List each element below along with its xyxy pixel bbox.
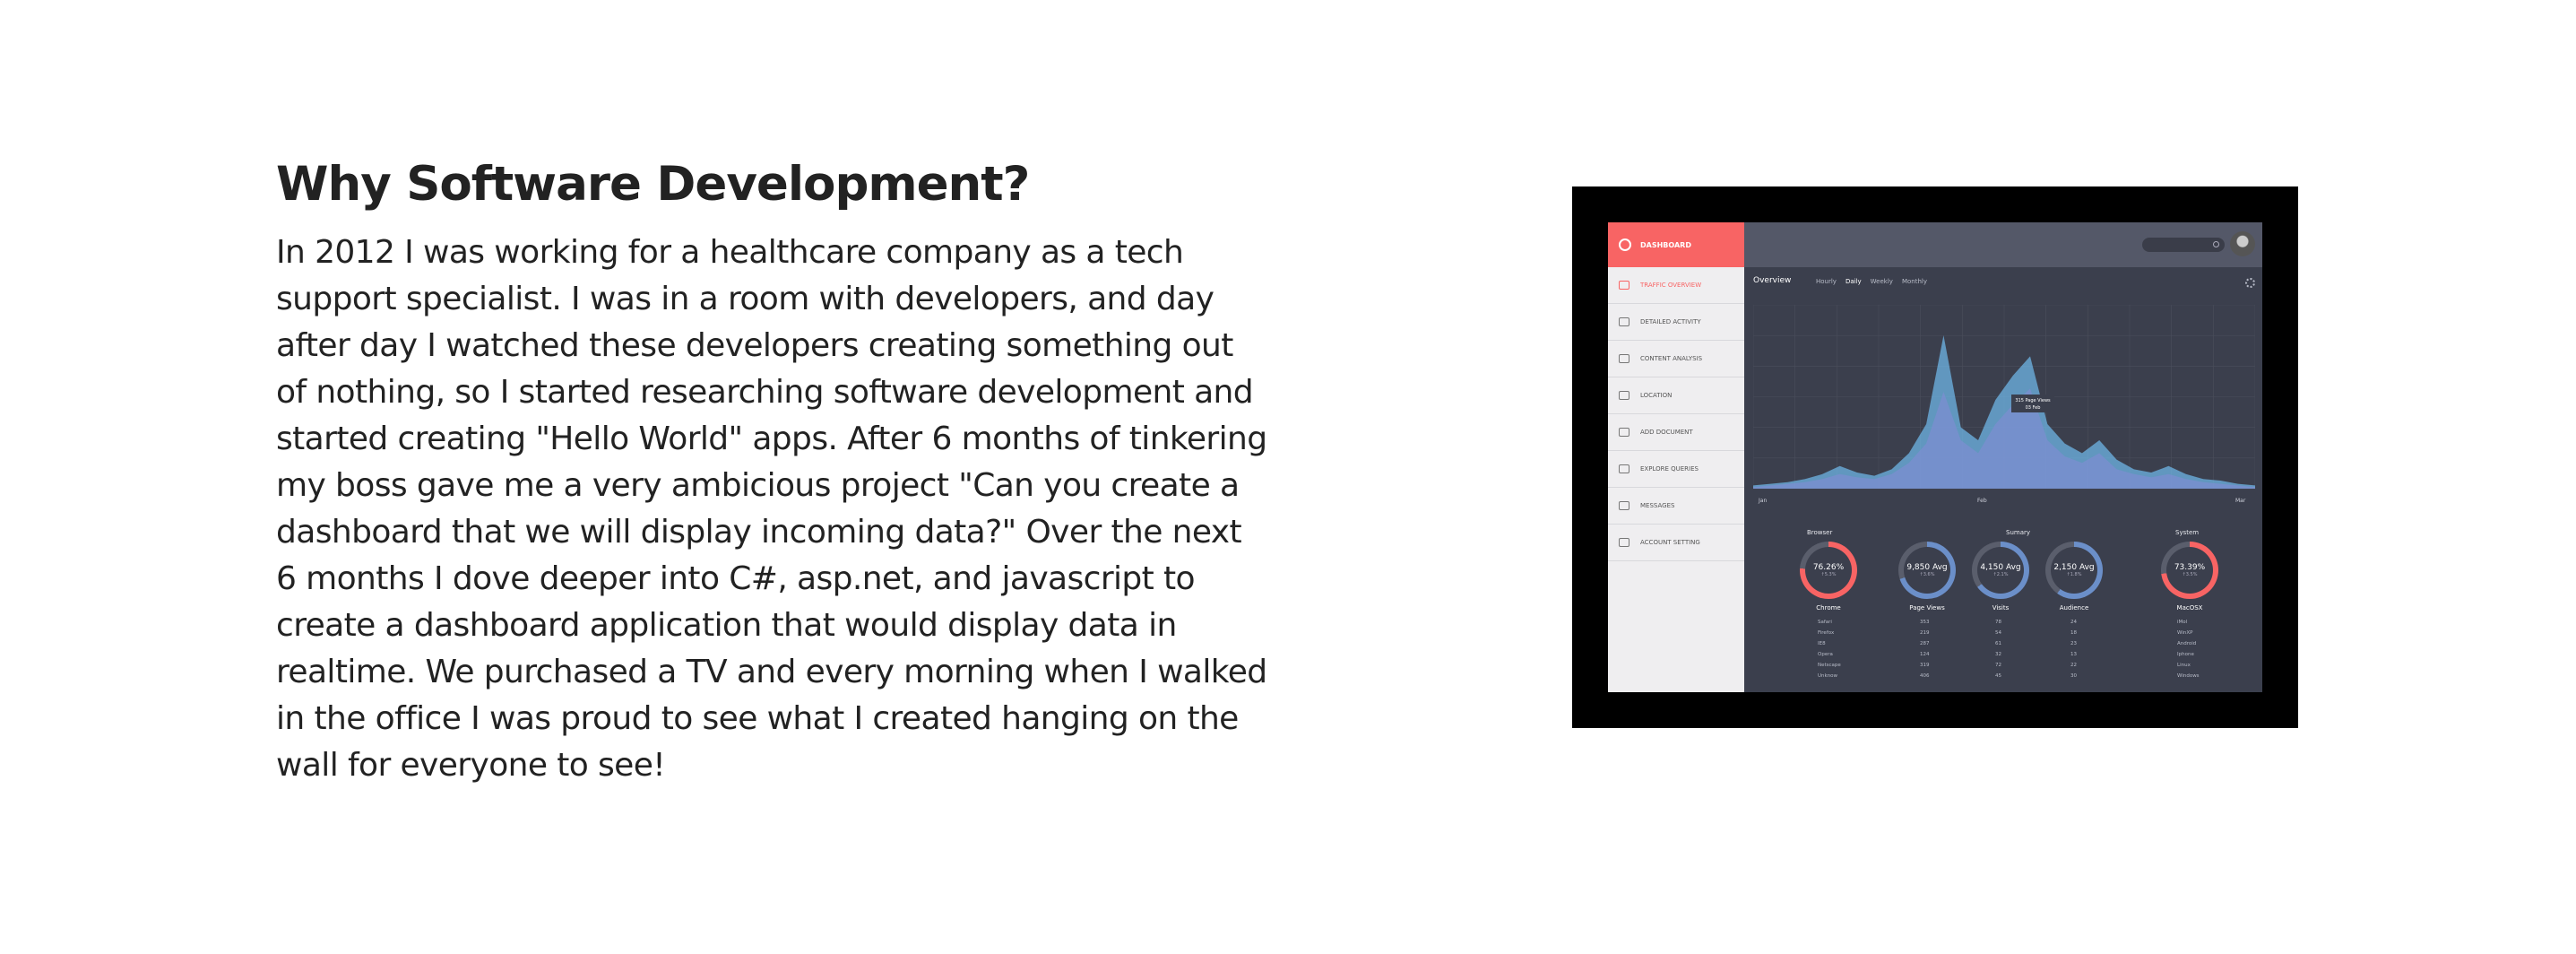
dashboard-icon — [1619, 238, 1631, 251]
sidebar-item-explore-queries: EXPLORE QUERIES — [1608, 451, 1744, 488]
sidebar-item-label: DETAILED ACTIVITY — [1640, 318, 1701, 325]
tooltip-text: 03 Feb — [2026, 405, 2041, 411]
stat-table-cell: iMol — [2177, 620, 2188, 625]
search-icon — [1619, 464, 1629, 473]
sidebar-item-location: LOCATION — [1608, 377, 1744, 414]
traffic-area-chart: 315 Page Views 03 Feb Jan Feb Mar — [1753, 305, 2255, 504]
tooltip-text: 315 Page Views — [2015, 398, 2051, 403]
sidebar-item-messages: MESSAGES — [1608, 488, 1744, 525]
stat-table-cell: Iphone — [2177, 652, 2194, 657]
stat-table-cell: 13 — [2070, 652, 2077, 657]
chat-icon — [1619, 501, 1629, 510]
stat-ring-label: Page Views — [1909, 604, 1945, 611]
sidebar-item-label: ADD DOCUMENT — [1640, 429, 1693, 436]
stat-table-column: 353 219 287 124 319 406 — [1920, 617, 1930, 681]
avatar — [2230, 231, 2255, 256]
stat-table-cell: Firefox — [1818, 630, 1835, 636]
stat-table-column: 24 18 23 13 22 30 — [2070, 617, 2077, 681]
tab-weekly: Weekly — [1870, 278, 1893, 285]
location-pin-icon — [1619, 391, 1629, 400]
section-paragraph: In 2012 I was working for a healthcare c… — [276, 234, 1267, 784]
stat-ring-chrome: 76.26% ↑5.3% — [1800, 542, 1857, 599]
sidebar-header: DASHBOARD — [1608, 222, 1744, 267]
stat-table-cell: 72 — [1995, 663, 2001, 668]
stat-table-cell: Windows — [2177, 673, 2200, 679]
document-icon — [1619, 354, 1629, 363]
sidebar-item-label: EXPLORE QUERIES — [1640, 465, 1699, 473]
stat-table-cell: Opera — [1818, 652, 1833, 657]
gear-icon — [2245, 278, 2255, 288]
dashboard-screen: DASHBOARD TRAFFIC OVERVIEW DETAILED ACTIV… — [1608, 222, 2262, 692]
stat-table-column: iMol WinXP Android Iphone Linux Windows — [2177, 617, 2200, 681]
stat-table-cell: Safari — [1818, 620, 1832, 625]
stat-table-cell: 287 — [1920, 641, 1930, 646]
stat-ring-page-views: 9,850 Avg ↑3.6% — [1898, 542, 1956, 599]
sidebar-item-add-document: ADD DOCUMENT — [1608, 414, 1744, 451]
stat-table-cell: Netscape — [1818, 663, 1841, 668]
stat-table-cell: WinXP — [2177, 630, 2193, 636]
tab-hourly: Hourly — [1816, 278, 1837, 285]
stat-table-cell: 54 — [1995, 630, 2001, 636]
stat-table-cell: 30 — [2070, 673, 2077, 679]
dashboard-sidebar: DASHBOARD TRAFFIC OVERVIEW DETAILED ACTIV… — [1608, 222, 1744, 692]
stat-table-cell: 24 — [2070, 620, 2077, 625]
sidebar-item-detailed-activity: DETAILED ACTIVITY — [1608, 304, 1744, 341]
stat-table-cell: 406 — [1920, 673, 1930, 679]
stat-table-cell: 18 — [2070, 630, 2077, 636]
stat-table-cell: Unknow — [1818, 673, 1838, 679]
stat-ring-macosx: 73.39% ↑3.5% — [2161, 542, 2218, 599]
x-tick-label: Mar — [2235, 498, 2246, 504]
search-input — [2142, 238, 2225, 252]
stat-table-cell: Linux — [2177, 663, 2191, 668]
tab-monthly: Monthly — [1901, 278, 1927, 285]
stat-table-cell: IE8 — [1818, 641, 1826, 646]
stat-table-column: Safari Firefox IE8 Opera Netscape Unknow — [1818, 617, 1841, 681]
stat-table-cell: 219 — [1920, 630, 1930, 636]
stat-ring-label: Visits — [1992, 604, 2010, 611]
sidebar-item-label: TRAFFIC OVERVIEW — [1640, 282, 1702, 289]
sidebar-item-label: CONTENT ANALYSIS — [1640, 355, 1703, 362]
stat-ring-label: MacOSX — [2176, 604, 2203, 611]
sidebar-item-label: MESSAGES — [1640, 502, 1675, 509]
sidebar-header-label: DASHBOARD — [1640, 240, 1691, 249]
sidebar-item-account-setting: ACCOUNT SETTING — [1608, 525, 1744, 561]
period-tabs: Hourly Daily Weekly Monthly — [1816, 278, 1927, 285]
group-title-system: System — [2175, 529, 2200, 536]
sidebar-item-label: ACCOUNT SETTING — [1640, 539, 1700, 546]
group-title-browser: Browser — [1807, 529, 1833, 536]
stat-table-cell: 124 — [1920, 652, 1930, 657]
stat-table-cell: 78 — [1995, 620, 2001, 625]
line-chart-icon — [1619, 281, 1629, 290]
sidebar-item-traffic-overview: TRAFFIC OVERVIEW — [1608, 267, 1744, 304]
stat-table-cell: 32 — [1995, 652, 2001, 657]
sidebar-item-content-analysis: CONTENT ANALYSIS — [1608, 341, 1744, 377]
dashboard-topbar — [1744, 222, 2262, 267]
group-title-summary: Sumary — [2006, 529, 2031, 536]
x-tick-label: Jan — [1758, 498, 1767, 504]
overview-title: Overview — [1753, 276, 1792, 285]
tab-daily: Daily — [1845, 278, 1862, 285]
stat-ring-label: Chrome — [1816, 604, 1841, 611]
stat-ring-visits: 4,150 Avg ↑2.1% — [1972, 542, 2029, 599]
intro-section: Why Software Development? In 2012 I was … — [276, 152, 1271, 789]
section-heading: Why Software Development? — [276, 157, 1030, 212]
stat-table-cell: 22 — [2070, 663, 2077, 668]
stat-table-cell: 61 — [1995, 641, 2001, 646]
pie-icon — [1619, 317, 1629, 326]
sliders-icon — [1619, 538, 1629, 547]
stat-table-cell: 23 — [2070, 641, 2077, 646]
search-icon — [2213, 241, 2219, 247]
stat-table-cell: 45 — [1995, 673, 2001, 679]
sidebar-item-label: LOCATION — [1640, 392, 1673, 399]
stats-panel: Browser Sumary System 76.26% ↑5.3% Chrome 9… — [1744, 527, 2262, 692]
stat-table-column: 78 54 61 32 72 45 — [1995, 617, 2001, 681]
stat-ring-label: Audience — [2059, 604, 2089, 611]
add-document-icon — [1619, 428, 1629, 437]
stat-ring-audience: 2,150 Avg ↑1.8% — [2045, 542, 2103, 599]
x-tick-label: Feb — [1977, 498, 1987, 504]
dashboard-screenshot: DASHBOARD TRAFFIC OVERVIEW DETAILED ACTIV… — [1572, 186, 2298, 728]
stat-table-cell: Android — [2177, 641, 2197, 646]
stat-table-cell: 319 — [1920, 663, 1930, 668]
stat-table-cell: 353 — [1920, 620, 1930, 625]
